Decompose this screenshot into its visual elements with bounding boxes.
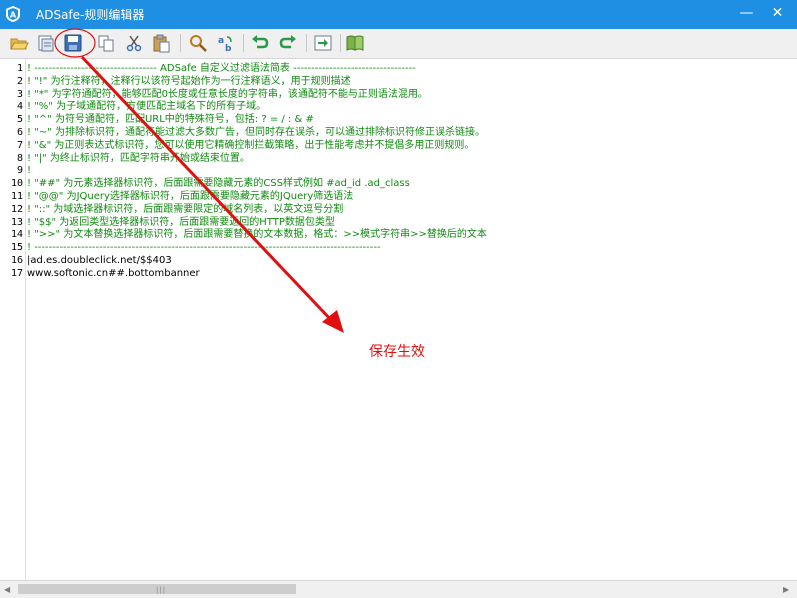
comment-text: ! "::" 为域选择器标识符，后面跟需要限定的域名列表，以英文逗号分割 <box>27 203 344 215</box>
toolbar-separator <box>243 34 244 52</box>
line-number: 9 <box>16 165 23 177</box>
adsafe-logo-icon: A <box>6 6 20 22</box>
find-icon[interactable] <box>188 33 208 53</box>
export-icon[interactable] <box>313 33 333 53</box>
svg-text:A: A <box>10 11 17 20</box>
minimize-button[interactable]: — <box>732 0 761 29</box>
line-number: 13 <box>10 216 23 228</box>
close-button[interactable]: ✕ <box>763 0 792 29</box>
rule-editor[interactable]: 1 ! ---------------------------------- AD… <box>0 59 797 580</box>
line-number: 8 <box>16 152 23 164</box>
comment-text: ! ">>" 为文本替换选择器标识符，后面跟需要替换的文本数据，格式：>>模式字… <box>27 229 487 241</box>
svg-text:a: a <box>218 36 224 46</box>
undo-icon[interactable] <box>250 33 270 53</box>
comment-text: ! <box>27 165 32 177</box>
line-number: 11 <box>10 191 23 202</box>
comment-text: ! "~" 为排除标识符，通配符能过滤大多数广告，但同时存在误杀，可以通过排除标… <box>27 127 485 138</box>
comment-text: ! "##" 为元素选择器标识符，后面跟需要隐藏元素的CSS样式例如 #ad_i… <box>27 178 410 190</box>
scrollbar-grip: ||| <box>156 586 167 594</box>
cut-icon[interactable] <box>124 33 144 53</box>
toolbar: a b <box>0 29 797 59</box>
toolbar-separator <box>180 34 181 52</box>
save-icon[interactable] <box>63 33 83 53</box>
toolbar-separator <box>340 34 341 52</box>
window-title: ADSafe-规则编辑器 <box>36 8 145 22</box>
redo-icon[interactable] <box>278 33 298 53</box>
comment-text: ! --------------------------------------… <box>27 242 381 254</box>
line-number: 5 <box>16 114 23 126</box>
rule-text: |ad.es.doubleclick.net/$$403 <box>27 255 172 266</box>
line-number: 2 <box>16 75 23 87</box>
title-bar: A ADSafe-规则编辑器 — ✕ <box>0 0 797 29</box>
comment-text: ! "&" 为正则表达式标识符，您可以使用它精确控制拦截策略，出于性能考虑并不提… <box>27 139 475 151</box>
replace-icon[interactable]: a b <box>215 33 235 53</box>
line-number: 16 <box>10 255 23 266</box>
line-number: 7 <box>16 139 23 151</box>
scroll-left-arrow-icon[interactable]: ◀ <box>4 585 10 594</box>
help-book-icon[interactable] <box>345 33 365 53</box>
line-number: 3 <box>16 88 23 100</box>
line-number: 1 <box>16 63 23 74</box>
line-number: 6 <box>16 127 23 138</box>
line-number: 17 <box>10 267 23 279</box>
print-preview-icon[interactable] <box>36 33 56 53</box>
horizontal-scrollbar[interactable]: ◀ ||| ▶ <box>0 580 797 598</box>
line-number: 14 <box>10 229 23 241</box>
open-folder-icon[interactable] <box>9 33 29 53</box>
comment-text: ! ---------------------------------- ADS… <box>27 63 416 74</box>
comment-text: ! "*" 为字符通配符，能够匹配0长度或任意长度的字符串，该通配符不能与正则语… <box>27 88 428 100</box>
toolbar-separator <box>306 34 307 52</box>
comment-text: ! "%" 为子域通配符，方便匹配主域名下的所有子域。 <box>27 101 267 113</box>
rule-text: www.softonic.cn##.bottombanner <box>27 267 200 279</box>
scroll-right-arrow-icon[interactable]: ▶ <box>783 585 789 594</box>
line-number: 10 <box>10 178 23 190</box>
svg-text:b: b <box>225 44 232 53</box>
paste-icon[interactable] <box>151 33 171 53</box>
line-number: 15 <box>10 242 23 254</box>
line-number: 4 <box>16 101 23 113</box>
comment-text: ! "!" 为行注释符，注释行以该符号起始作为一行注释语义，用于规则描述 <box>27 75 351 87</box>
annotation-label: 保存生效 <box>369 344 425 360</box>
comment-text: ! "@@" 为JQuery选择器标识符，后面跟需要隐藏元素的JQuery筛选语… <box>27 191 354 202</box>
comment-text: ! "^" 为符号通配符，匹配URL中的特殊符号，包括: ? = / : & # <box>27 114 314 126</box>
copy-icon[interactable] <box>96 33 116 53</box>
line-number: 12 <box>10 203 23 215</box>
comment-text: ! "$$" 为返回类型选择器标识符，后面跟需要返回的HTTP数据包类型 <box>27 216 335 228</box>
comment-text: ! "|" 为终止标识符，匹配字符串开始或结束位置。 <box>27 152 250 164</box>
